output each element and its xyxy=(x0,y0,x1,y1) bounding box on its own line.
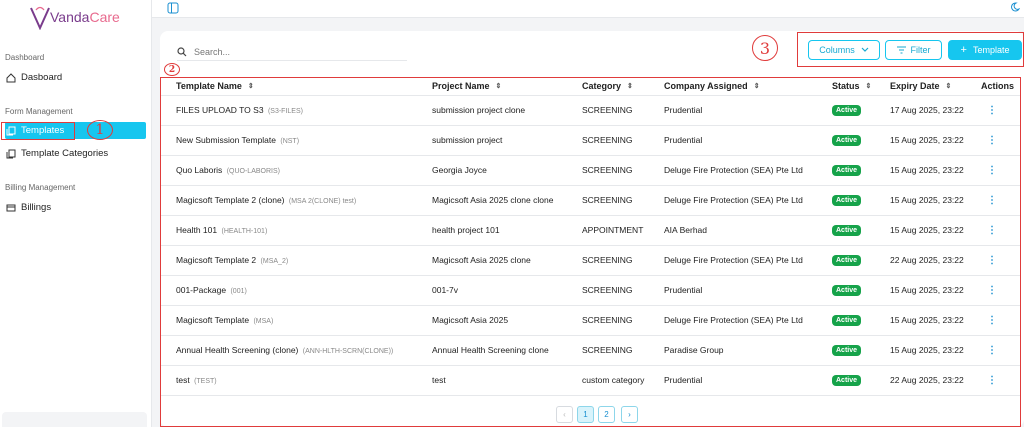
sidebar-item-template-categories[interactable]: Template Categories xyxy=(5,145,146,162)
annotation-marker-3: 3 xyxy=(752,35,778,61)
search-bar[interactable] xyxy=(177,44,407,61)
search-input[interactable] xyxy=(194,47,394,57)
add-template-label: Template xyxy=(972,45,1010,55)
annotation-marker-1: 1 xyxy=(87,120,113,140)
theme-toggle-icon[interactable] xyxy=(1010,2,1020,12)
search-icon xyxy=(177,47,187,57)
logo-mark-icon xyxy=(30,6,50,30)
chevron-down-icon xyxy=(861,47,869,52)
annotation-box-2 xyxy=(160,77,1021,427)
filter-icon xyxy=(896,46,906,54)
sidebar-item-label: Billings xyxy=(21,202,52,213)
sidebar-item-dashboard[interactable]: Dasboard xyxy=(5,69,146,86)
annotation-marker-2: 2 xyxy=(164,63,180,76)
sidebar-toggle-icon[interactable] xyxy=(167,2,179,14)
pagination-next-button[interactable]: › xyxy=(621,406,638,423)
pagination-page-1[interactable]: 1 xyxy=(577,406,594,423)
filter-button[interactable]: Filter xyxy=(885,40,942,60)
columns-label: Columns xyxy=(819,45,855,55)
copy-icon xyxy=(6,149,16,158)
pagination-page-2[interactable]: 2 xyxy=(598,406,615,423)
columns-button[interactable]: Columns xyxy=(808,40,880,60)
plus-icon: + xyxy=(960,44,967,56)
filter-label: Filter xyxy=(910,45,931,55)
section-billing-management: Billing Management xyxy=(5,183,76,192)
home-icon xyxy=(6,72,16,82)
sidebar-item-billings[interactable]: Billings xyxy=(5,199,146,216)
logo-text: VandaCare xyxy=(50,9,120,25)
sidebar-item-label: Template Categories xyxy=(21,148,109,159)
logo[interactable]: VandaCare xyxy=(28,4,128,34)
annotation-box-1 xyxy=(1,122,75,140)
topbar xyxy=(152,0,1024,18)
add-template-button[interactable]: + Template xyxy=(948,40,1022,60)
sidebar-footer xyxy=(2,412,147,427)
sidebar: VandaCare Dashboard Dasboard Form Manage… xyxy=(0,0,152,427)
pagination-prev-button[interactable]: ‹ xyxy=(556,406,573,423)
card-icon xyxy=(6,204,16,211)
section-dashboard: Dashboard xyxy=(5,53,45,62)
sidebar-item-label: Dasboard xyxy=(21,72,63,83)
section-form-management: Form Management xyxy=(5,107,73,116)
